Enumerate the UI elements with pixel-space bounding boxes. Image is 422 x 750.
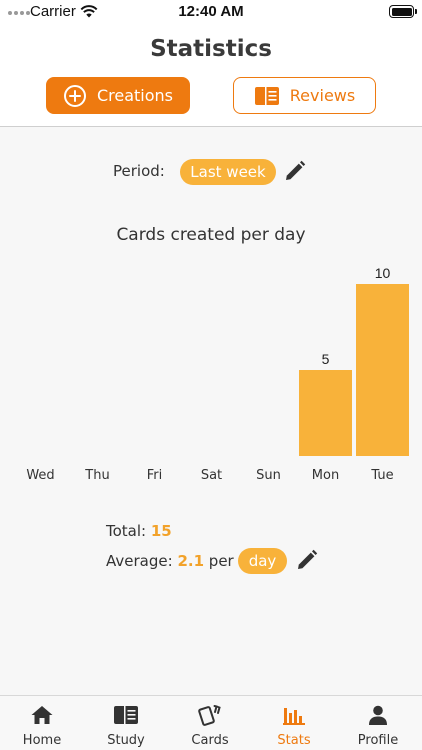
x-tick-label-fri: Fri [147, 468, 163, 483]
tab-study-label: Study [107, 733, 145, 748]
bar-tue [356, 284, 409, 456]
reviews-label: Reviews [289, 86, 356, 105]
bar-value-label-mon: 5 [322, 351, 330, 367]
period-row: Period: Last week [0, 159, 422, 185]
bar-value-label-tue: 10 [375, 265, 391, 281]
book-icon [254, 86, 279, 105]
bar-chart-icon [281, 703, 307, 727]
period-selector[interactable]: Last week [180, 159, 276, 185]
x-tick-label-mon: Mon [312, 468, 339, 483]
plus-circle-icon [63, 84, 86, 107]
x-tick-label-sat: Sat [201, 468, 222, 483]
tab-home[interactable]: Home [0, 696, 84, 750]
x-tick-label-sun: Sun [256, 468, 281, 483]
creations-label: Creations [96, 86, 174, 105]
bar-mon [299, 370, 352, 456]
tab-study[interactable]: Study [84, 696, 168, 750]
tab-profile[interactable]: Profile [336, 696, 420, 750]
chart-title: Cards created per day [116, 225, 306, 245]
period-label: Period: [113, 162, 165, 180]
tab-cards[interactable]: Cards [168, 696, 252, 750]
pencil-icon[interactable] [283, 159, 307, 183]
battery-icon [389, 5, 417, 18]
x-tick-label-wed: Wed [26, 468, 54, 483]
average-label: Average: [106, 552, 173, 570]
x-tick-label-thu: Thu [84, 468, 109, 483]
person-icon [365, 703, 391, 727]
tab-profile-label: Profile [357, 733, 399, 748]
cards-icon [197, 703, 223, 727]
tab-bar: Home Study Cards Stats Profile [0, 695, 422, 750]
home-icon [29, 703, 55, 727]
tab-stats[interactable]: Stats [252, 696, 336, 750]
header: Statistics Creations Reviews [0, 24, 422, 127]
x-tick-label-tue: Tue [370, 468, 393, 483]
bar-chart: Wed Thu Fri Sat Sun 5 Mon 10 Tue [0, 257, 422, 487]
average-unit-selector[interactable]: day [238, 548, 287, 574]
book-icon [113, 703, 139, 727]
chart-svg: Wed Thu Fri Sat Sun 5 Mon 10 Tue [26, 265, 409, 483]
page-title: Statistics [150, 36, 272, 62]
average-line: Average: 2.1 per [106, 552, 234, 570]
total-value: 15 [150, 522, 172, 540]
stats-content: Period: Last week Cards created per day … [0, 127, 422, 695]
clock: 12:40 AM [178, 3, 244, 20]
creations-tab-button[interactable]: Creations [46, 77, 190, 114]
total-line: Total: 15 [106, 522, 172, 540]
average-value: 2.1 [177, 552, 205, 570]
status-bar: Carrier 12:40 AM [0, 0, 422, 24]
tab-stats-label: Stats [277, 733, 311, 748]
total-label: Total: [106, 522, 147, 540]
reviews-tab-button[interactable]: Reviews [233, 77, 376, 114]
tab-home-label: Home [22, 733, 62, 748]
average-per: per [208, 552, 234, 570]
tab-cards-label: Cards [191, 733, 229, 748]
pencil-icon[interactable] [295, 548, 319, 572]
